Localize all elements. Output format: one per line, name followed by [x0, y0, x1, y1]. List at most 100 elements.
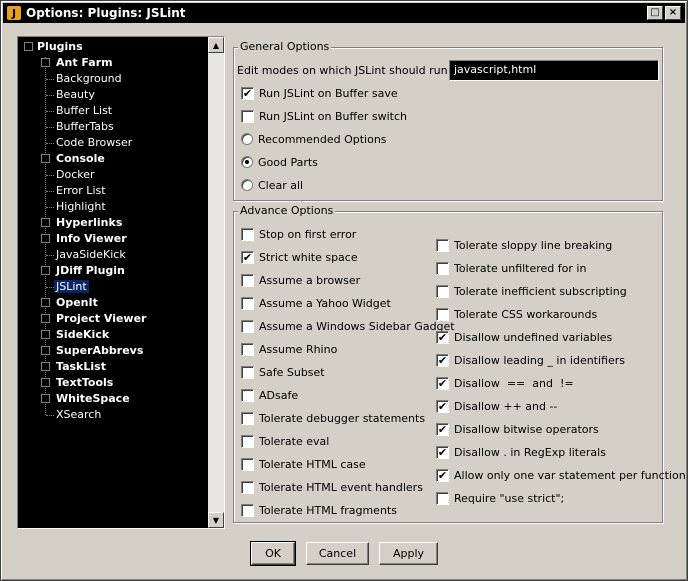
checkbox-allow-only-one-var-statement-per-function[interactable]: ✔ Allow only one var statement per functi… [436, 467, 686, 483]
checkbox-tolerate-inefficient-subscripting[interactable]: Tolerate inefficient subscripting [436, 283, 627, 299]
checkbox-unchecked-icon[interactable] [241, 365, 254, 379]
checkbox-tolerate-html-case[interactable]: Tolerate HTML case [241, 456, 366, 472]
tree-item-highlight[interactable]: Highlight [56, 199, 106, 214]
checkbox-strict-white-space[interactable]: ✔ Strict white space [241, 249, 358, 265]
checkbox-checked-icon[interactable]: ✔ [436, 376, 449, 390]
checkbox-unchecked-icon[interactable] [241, 227, 254, 241]
tree-scrollbar[interactable]: ▲ ▼ [208, 37, 224, 528]
radio-clear-all[interactable]: Clear all [241, 177, 303, 193]
checkbox-unchecked-icon[interactable] [241, 503, 254, 517]
checkbox-checked-icon[interactable]: ✔ [241, 86, 254, 100]
checkbox-disallow-and[interactable]: ✔ Disallow == and != [436, 375, 574, 391]
radio-selected-icon[interactable] [241, 156, 253, 168]
ok-button[interactable]: OK [250, 541, 296, 566]
radio-unselected-icon[interactable] [241, 133, 253, 145]
checkbox-assume-a-yahoo-widget[interactable]: Assume a Yahoo Widget [241, 295, 391, 311]
checkbox-adsafe[interactable]: ADsafe [241, 387, 298, 403]
tree-item-plugins[interactable]: Plugins [37, 39, 83, 54]
checkbox-unchecked-icon[interactable] [241, 411, 254, 425]
tree-expander-icon[interactable] [41, 298, 50, 307]
tree-item-code-browser[interactable]: Code Browser [56, 135, 132, 150]
checkbox-assume-a-browser[interactable]: Assume a browser [241, 272, 360, 288]
radio-recommended-options[interactable]: Recommended Options [241, 131, 387, 147]
scroll-down-button[interactable]: ▼ [208, 512, 224, 528]
checkbox-run-jslint-on-buffer-switch[interactable]: Run JSLint on Buffer switch [241, 108, 407, 124]
checkbox-require-use-strict[interactable]: Require "use strict"; [436, 490, 564, 506]
tree-expander-icon[interactable] [41, 394, 50, 403]
radio-good-parts[interactable]: Good Parts [241, 154, 318, 170]
tree-item-beauty[interactable]: Beauty [56, 87, 95, 102]
checkbox-checked-icon[interactable]: ✔ [436, 445, 449, 459]
checkbox-disallow-undefined-variables[interactable]: ✔ Disallow undefined variables [436, 329, 612, 345]
tree-expander-icon[interactable] [41, 346, 50, 355]
checkbox-tolerate-sloppy-line-breaking[interactable]: Tolerate sloppy line breaking [436, 237, 612, 253]
tree-item-jslint[interactable]: JSLint [54, 279, 89, 294]
tree-expander-icon[interactable] [41, 266, 50, 275]
checkbox-checked-icon[interactable]: ✔ [436, 399, 449, 413]
tree-item-xsearch[interactable]: XSearch [56, 407, 101, 422]
checkbox-stop-on-first-error[interactable]: Stop on first error [241, 226, 356, 242]
checkbox-tolerate-html-fragments[interactable]: Tolerate HTML fragments [241, 502, 397, 518]
checkbox-tolerate-eval[interactable]: Tolerate eval [241, 433, 329, 449]
tree-item-javasidekick[interactable]: JavaSideKick [56, 247, 126, 262]
tree-item-buffer-list[interactable]: Buffer List [56, 103, 112, 118]
tree-expander-icon[interactable] [41, 314, 50, 323]
edit-modes-input[interactable]: javascript,html [449, 60, 659, 81]
tree-expander-icon[interactable] [24, 42, 33, 51]
tree-expander-icon[interactable] [41, 154, 50, 163]
checkbox-unchecked-icon[interactable] [241, 109, 254, 123]
checkbox-tolerate-html-event-handlers[interactable]: Tolerate HTML event handlers [241, 479, 423, 495]
checkbox-unchecked-icon[interactable] [241, 434, 254, 448]
cancel-button[interactable]: Cancel [306, 542, 369, 565]
tree-item-whitespace[interactable]: WhiteSpace [56, 391, 130, 406]
checkbox-unchecked-icon[interactable] [436, 491, 449, 505]
scroll-up-button[interactable]: ▲ [208, 37, 224, 53]
scroll-track[interactable] [208, 53, 224, 512]
tree-item-docker[interactable]: Docker [56, 167, 95, 182]
tree-item-texttools[interactable]: TextTools [56, 375, 113, 390]
tree-item-sidekick[interactable]: SideKick [56, 327, 109, 342]
checkbox-disallow-bitwise-operators[interactable]: ✔ Disallow bitwise operators [436, 421, 599, 437]
checkbox-disallow-and[interactable]: ✔ Disallow ++ and -- [436, 398, 557, 414]
checkbox-tolerate-debugger-statements[interactable]: Tolerate debugger statements [241, 410, 425, 426]
tree-item-jdiff-plugin[interactable]: JDiff Plugin [56, 263, 125, 278]
checkbox-unchecked-icon[interactable] [436, 284, 449, 298]
checkbox-checked-icon[interactable]: ✔ [436, 353, 449, 367]
checkbox-checked-icon[interactable]: ✔ [436, 422, 449, 436]
restore-button[interactable]: □ [647, 6, 663, 20]
checkbox-assume-a-windows-sidebar-gadget[interactable]: Assume a Windows Sidebar Gadget [241, 318, 455, 334]
checkbox-unchecked-icon[interactable] [241, 457, 254, 471]
tree-expander-icon[interactable] [41, 58, 50, 67]
checkbox-tolerate-unfiltered-for-in[interactable]: Tolerate unfiltered for in [436, 260, 586, 276]
tree-item-error-list[interactable]: Error List [56, 183, 106, 198]
checkbox-disallow-leading-in-identifiers[interactable]: ✔ Disallow leading _ in identifiers [436, 352, 625, 368]
tree-item-project-viewer[interactable]: Project Viewer [56, 311, 146, 326]
tree-item-hyperlinks[interactable]: Hyperlinks [56, 215, 122, 230]
checkbox-unchecked-icon[interactable] [436, 261, 449, 275]
tree-expander-icon[interactable] [41, 362, 50, 371]
checkbox-tolerate-css-workarounds[interactable]: Tolerate CSS workarounds [436, 306, 597, 322]
checkbox-unchecked-icon[interactable] [241, 480, 254, 494]
checkbox-checked-icon[interactable]: ✔ [436, 468, 449, 482]
tree-item-superabbrevs[interactable]: SuperAbbrevs [56, 343, 143, 358]
checkbox-assume-rhino[interactable]: Assume Rhino [241, 341, 337, 357]
close-button[interactable]: × [665, 6, 681, 20]
tree-expander-icon[interactable] [41, 234, 50, 243]
checkbox-run-jslint-on-buffer-save[interactable]: ✔ Run JSLint on Buffer save [241, 85, 398, 101]
tree-item-openit[interactable]: OpenIt [56, 295, 98, 310]
checkbox-unchecked-icon[interactable] [436, 307, 449, 321]
checkbox-checked-icon[interactable]: ✔ [436, 330, 449, 344]
tree-expander-icon[interactable] [41, 378, 50, 387]
tree-item-background[interactable]: Background [56, 71, 122, 86]
checkbox-unchecked-icon[interactable] [241, 273, 254, 287]
tree-expander-icon[interactable] [41, 218, 50, 227]
checkbox-unchecked-icon[interactable] [436, 238, 449, 252]
checkbox-checked-icon[interactable]: ✔ [241, 250, 254, 264]
tree-item-buffertabs[interactable]: BufferTabs [56, 119, 114, 134]
checkbox-disallow-in-regexp-literals[interactable]: ✔ Disallow . in RegExp literals [436, 444, 606, 460]
apply-button[interactable]: Apply [379, 542, 438, 565]
radio-unselected-icon[interactable] [241, 179, 253, 191]
tree-item-console[interactable]: Console [56, 151, 105, 166]
checkbox-unchecked-icon[interactable] [241, 296, 254, 310]
tree-item-ant-farm[interactable]: Ant Farm [56, 55, 113, 70]
